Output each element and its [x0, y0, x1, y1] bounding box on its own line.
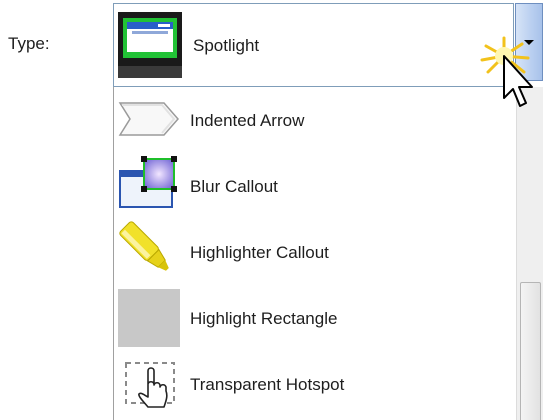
combo-selected-value: Spotlight: [193, 36, 260, 55]
scrollbar[interactable]: [516, 87, 543, 420]
highlighter-icon: [119, 221, 169, 271]
dropdown-list: Indented Arrow Blur Callout Highlighter …: [113, 87, 543, 420]
list-item-label: Transparent Hotspot: [190, 375, 345, 394]
type-combobox[interactable]: Spotlight: [113, 3, 514, 87]
list-item-blur-callout[interactable]: Blur Callout: [114, 153, 516, 219]
list-item-indented-arrow[interactable]: Indented Arrow: [114, 87, 516, 153]
type-label: Type:: [8, 34, 50, 53]
indented-arrow-icon: [118, 102, 179, 136]
list-item-transparent-hotspot[interactable]: Transparent Hotspot: [114, 351, 516, 417]
list-item-label: Indented Arrow: [190, 111, 305, 130]
list-item-label: Highlight Rectangle: [190, 309, 338, 328]
blur-callout-icon: [119, 156, 177, 208]
list-item-highlighter-callout[interactable]: Highlighter Callout: [114, 219, 516, 285]
list-item-label: Blur Callout: [190, 177, 278, 196]
transparent-hotspot-icon: [125, 362, 175, 408]
click-cursor-icon: [480, 36, 533, 107]
highlight-rectangle-icon: [118, 289, 180, 347]
list-item-label: Highlighter Callout: [190, 243, 329, 262]
scrollbar-thumb[interactable]: [520, 282, 541, 420]
list-item-highlight-rectangle[interactable]: Highlight Rectangle: [114, 285, 516, 351]
spotlight-icon: [118, 12, 182, 78]
